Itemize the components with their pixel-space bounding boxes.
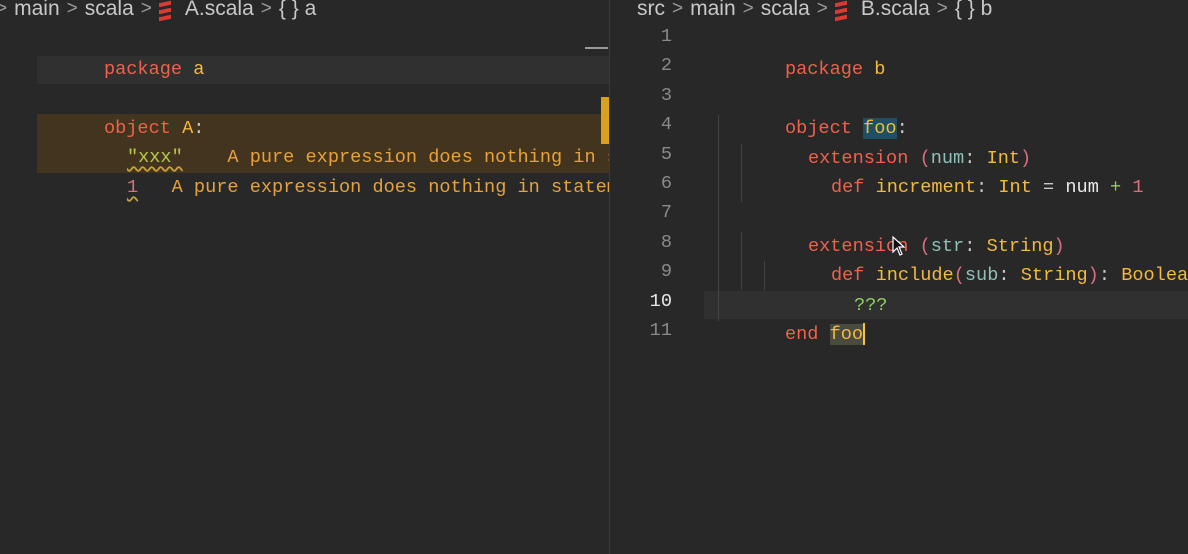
line-number: 1 — [660, 26, 672, 47]
breadcrumb-separator: > — [0, 0, 8, 19]
breadcrumb-item-main[interactable]: main — [14, 0, 60, 19]
code-line-4[interactable]: "xxx" A pure expression does nothing in … — [60, 114, 609, 168]
number-literal: 1 — [1132, 177, 1144, 198]
breadcrumb-separator: > — [936, 0, 948, 19]
code-line-4[interactable]: extension (num: Int) — [741, 114, 1031, 169]
right-editor-pane[interactable]: src > main > scala > B.scala > { } b 1 2 3 4 5 6… — [610, 0, 1188, 554]
code-line-1[interactable]: package b — [718, 26, 885, 80]
left-editor-pane[interactable]: > main > scala > A.scala > { } a package a obje… — [0, 0, 609, 554]
line-number: 9 — [660, 261, 672, 283]
code-line-3[interactable]: object foo: — [718, 85, 908, 140]
minimize-icon[interactable] — [585, 47, 608, 49]
breadcrumb-item-scala[interactable]: scala — [85, 0, 134, 19]
method-name: increment — [875, 177, 977, 198]
param-name: sub — [964, 265, 999, 287]
number-literal: 1 — [126, 177, 139, 199]
breadcrumb-separator: > — [672, 0, 684, 19]
breadcrumb-item-file[interactable]: B.scala — [861, 0, 930, 19]
line-number: 6 — [660, 173, 672, 194]
type-name: String — [1020, 265, 1088, 287]
line-number: 11 — [649, 320, 672, 341]
inline-diagnostic: A pure expression does nothing in statem… — [171, 177, 609, 199]
line-number: 8 — [660, 231, 672, 253]
end-marker-name: foo — [829, 324, 864, 345]
operator: + — [1110, 177, 1122, 198]
line-number: 4 — [660, 114, 672, 136]
breadcrumb-item-symbol[interactable]: { } b — [955, 0, 992, 19]
package-name: b — [874, 59, 886, 81]
breadcrumb-item-main[interactable]: main — [690, 0, 736, 19]
line-number: 3 — [660, 84, 672, 106]
breadcrumb-separator: > — [742, 0, 754, 19]
punctuation: : — [998, 265, 1010, 287]
punctuation: : — [1098, 265, 1111, 287]
line-number: 5 — [660, 143, 672, 165]
scala-file-icon — [834, 0, 847, 22]
package-name: a — [193, 59, 205, 81]
line-number: 2 — [660, 55, 672, 77]
mouse-pointer-icon — [892, 236, 906, 256]
code-line-3[interactable]: object A: — [37, 85, 204, 139]
breadcrumb: > main > scala > A.scala > { } a — [0, 0, 316, 22]
line-number: 7 — [660, 202, 672, 224]
paren: ) — [1087, 265, 1099, 287]
breadcrumb-item-src[interactable]: src — [637, 0, 665, 19]
code-line-5[interactable]: 1 A pure expression does nothing in stat… — [60, 144, 609, 198]
line-number-active: 10 — [649, 290, 672, 312]
code-line-9[interactable]: ??? — [787, 261, 887, 316]
type-name: Boolean — [1121, 265, 1188, 287]
operator: = — [1043, 177, 1055, 198]
breadcrumb-item-symbol[interactable]: { } a — [279, 0, 316, 19]
breadcrumb: src > main > scala > B.scala > { } b — [637, 0, 992, 22]
type-name: Int — [998, 177, 1032, 198]
code-line-1[interactable]: package a — [37, 26, 204, 80]
code-line-7[interactable]: extension (str: String) — [741, 202, 1065, 257]
breadcrumb-separator: > — [816, 0, 828, 19]
paren: ( — [953, 265, 965, 287]
code-line-10[interactable]: end foo — [718, 291, 866, 346]
scala-file-icon — [158, 0, 171, 22]
code-line-5[interactable]: def increment: Int = num + 1 — [764, 144, 1144, 198]
breadcrumb-separator: > — [260, 0, 272, 19]
text-cursor — [863, 323, 866, 346]
breadcrumb-separator: > — [140, 0, 152, 19]
punctuation: : — [976, 177, 988, 198]
keyword: def — [830, 177, 865, 198]
keyword: package — [784, 59, 864, 81]
breadcrumb-separator: > — [66, 0, 78, 19]
breadcrumb-item-scala[interactable]: scala — [761, 0, 810, 19]
code-line-8[interactable]: def include(sub: String): Boolean = — [764, 232, 1188, 286]
identifier: num — [1065, 177, 1099, 198]
breadcrumb-item-file[interactable]: A.scala — [185, 0, 254, 19]
keyword: end — [784, 324, 819, 345]
keyword: package — [103, 59, 183, 81]
